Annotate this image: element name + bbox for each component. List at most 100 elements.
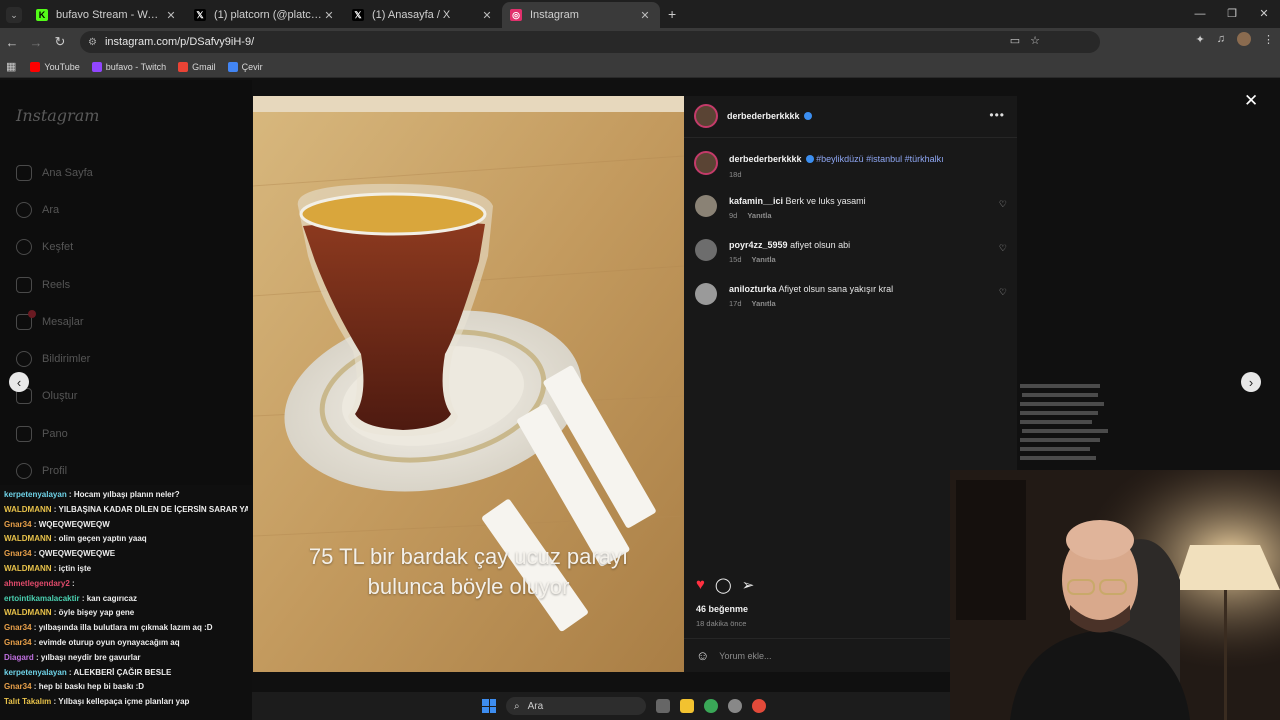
chat-username[interactable]: Talıt Takalım [4, 697, 51, 706]
chrome-alt-icon[interactable] [752, 699, 766, 713]
comment-avatar[interactable] [695, 239, 717, 261]
chat-username[interactable]: Gnar34 [4, 520, 32, 529]
chat-text: içtin işte [58, 563, 92, 573]
post-media[interactable]: 75 TL bir bardak çay ucuz parayı bulunca… [253, 96, 684, 672]
comment-like-icon[interactable]: ♡ [999, 243, 1007, 254]
caption-author-avatar[interactable] [694, 151, 718, 175]
close-window-button[interactable]: ✕ [1248, 0, 1280, 28]
profile-avatar[interactable] [1237, 32, 1251, 46]
emoji-icon[interactable]: ☺ [696, 648, 709, 663]
chat-username[interactable]: Gnar34 [4, 623, 32, 632]
comment-username[interactable]: poyr4zz_5959 [729, 240, 788, 250]
add-comment-input[interactable]: Yorum ekle... [719, 651, 771, 661]
install-app-icon[interactable]: ▭ [1010, 34, 1020, 47]
previous-post-button[interactable]: ‹ [9, 372, 29, 392]
chrome-icon[interactable] [704, 699, 718, 713]
chat-username[interactable]: Gnar34 [4, 638, 32, 647]
bookmark-item[interactable]: YouTube [30, 61, 80, 72]
chat-username[interactable]: Gnar34 [4, 549, 32, 558]
chat-text: Yılbaşı kellepaça içme planları yap [58, 697, 190, 707]
discord-icon[interactable] [728, 699, 742, 713]
browser-tab[interactable]: Kbufavo Stream - Watch Live on✕ [28, 2, 186, 28]
nav-item[interactable]: Keşfet [16, 229, 93, 266]
reply-button[interactable]: Yanıtla [747, 211, 771, 220]
minimize-button[interactable]: — [1184, 0, 1216, 28]
comment-avatar[interactable] [695, 283, 717, 305]
reload-button[interactable]: ↻ [48, 34, 72, 50]
chat-username[interactable]: WALDMANN [4, 608, 52, 617]
close-tab-icon[interactable]: ✕ [480, 9, 494, 22]
close-tab-icon[interactable]: ✕ [322, 9, 336, 22]
nav-label: Oluştur [42, 390, 78, 403]
extensions-icon[interactable]: ✦ [1196, 33, 1205, 46]
nav-label: Mesajlar [42, 315, 84, 328]
comment-avatar[interactable] [695, 195, 717, 217]
chat-username[interactable]: WALDMANN [4, 505, 52, 514]
comment-like-icon[interactable]: ♡ [999, 287, 1007, 298]
chat-username[interactable]: WALDMANN [4, 564, 52, 573]
tab-search-button[interactable]: ⌄ [6, 7, 22, 23]
chat-username[interactable]: Gnar34 [4, 682, 32, 691]
close-modal-icon[interactable]: ✕ [1244, 91, 1258, 111]
next-post-button[interactable]: › [1241, 372, 1261, 392]
chrome-menu-icon[interactable]: ⋮ [1263, 33, 1274, 46]
new-tab-button[interactable]: + [668, 6, 676, 22]
comment-username[interactable]: anilozturka [729, 284, 777, 294]
taskbar-search[interactable]: ⌕ Ara [506, 697, 646, 715]
chat-message: WALDMANN : olim geçen yaptın yaaq [4, 534, 147, 544]
browser-tab[interactable]: 𝕏 (1) platcorn (@platcornweb) / X✕ [186, 2, 344, 28]
bookmark-item[interactable]: Gmail [178, 61, 216, 72]
comment-like-icon[interactable]: ♡ [999, 199, 1007, 210]
nav-item[interactable]: Pano [16, 415, 93, 452]
browser-tab[interactable]: 𝕏 (1) Anasayfa / X ✕ [344, 2, 502, 28]
apps-grid-icon[interactable]: ▦ [6, 60, 16, 73]
chat-username[interactable]: WALDMANN [4, 534, 52, 543]
like-heart-icon[interactable]: ♥ [696, 576, 705, 594]
nav-label: Reels [42, 278, 71, 291]
profile-icon [16, 463, 32, 480]
nav-label: Ana Sayfa [42, 166, 93, 179]
tab-title: Instagram [530, 9, 579, 21]
reply-button[interactable]: Yanıtla [752, 299, 776, 308]
file-explorer-icon[interactable] [680, 699, 694, 713]
nav-item[interactable]: Mesajlar [16, 303, 93, 340]
chat-username[interactable]: ertointikamalacaktir [4, 594, 80, 603]
nav-item[interactable]: Ara [16, 191, 93, 228]
post-author[interactable]: derbederberkkkk [727, 111, 812, 121]
windows-start-icon[interactable] [482, 699, 496, 713]
restore-button[interactable]: ❐ [1216, 0, 1248, 28]
nav-item[interactable]: Bildirimler [16, 340, 93, 377]
chat-username[interactable]: kerpetenyalayan [4, 668, 67, 677]
nav-item[interactable]: Ana Sayfa [16, 154, 93, 191]
more-options-icon[interactable]: ••• [989, 108, 1005, 122]
nav-label: Ara [42, 203, 60, 216]
like-count[interactable]: 46 beğenme [696, 604, 748, 614]
caption-hashtags[interactable]: #beylikdüzü #istanbul #türkhalkı [816, 154, 944, 164]
chat-username[interactable]: ahmetlegendary2 [4, 579, 70, 588]
webcam-overlay [950, 470, 1280, 720]
chat-username[interactable]: kerpetenyalayan [4, 490, 67, 499]
media-controls-icon[interactable]: ♫ [1217, 33, 1225, 45]
chat-username[interactable]: Diagard [4, 653, 34, 662]
bookmark-item[interactable]: bufavo - Twitch [91, 61, 166, 72]
forward-button[interactable]: → [24, 35, 48, 50]
instagram-logo[interactable]: Instagram [16, 106, 99, 125]
task-view-icon[interactable] [656, 699, 670, 713]
browser-tab[interactable]: ◎ Instagram ✕ [502, 2, 660, 28]
bookmark-item[interactable]: Çevir [227, 61, 263, 72]
chat-text: olim geçen yaptın yaaq [58, 534, 147, 544]
caption-author-name[interactable]: derbederberkkkk [729, 154, 802, 164]
site-info-icon[interactable]: ⚙ [88, 37, 97, 48]
close-tab-icon[interactable]: ✕ [638, 9, 652, 22]
comment-bubble-icon[interactable]: ◯ [715, 576, 732, 594]
close-tab-icon[interactable]: ✕ [164, 9, 178, 22]
share-send-icon[interactable]: ➢ [742, 576, 755, 594]
nav-item[interactable]: Reels [16, 266, 93, 303]
reply-button[interactable]: Yanıtla [752, 255, 776, 264]
comment-username[interactable]: kafamin__ici [729, 196, 783, 206]
instagram-icon: ◎ [510, 9, 522, 21]
bookmark-star-icon[interactable]: ☆ [1030, 34, 1040, 47]
back-button[interactable]: ← [0, 35, 24, 50]
address-bar[interactable]: ⚙ instagram.com/p/DSafvy9iH-9/ [80, 31, 1100, 53]
author-avatar[interactable] [694, 104, 718, 128]
